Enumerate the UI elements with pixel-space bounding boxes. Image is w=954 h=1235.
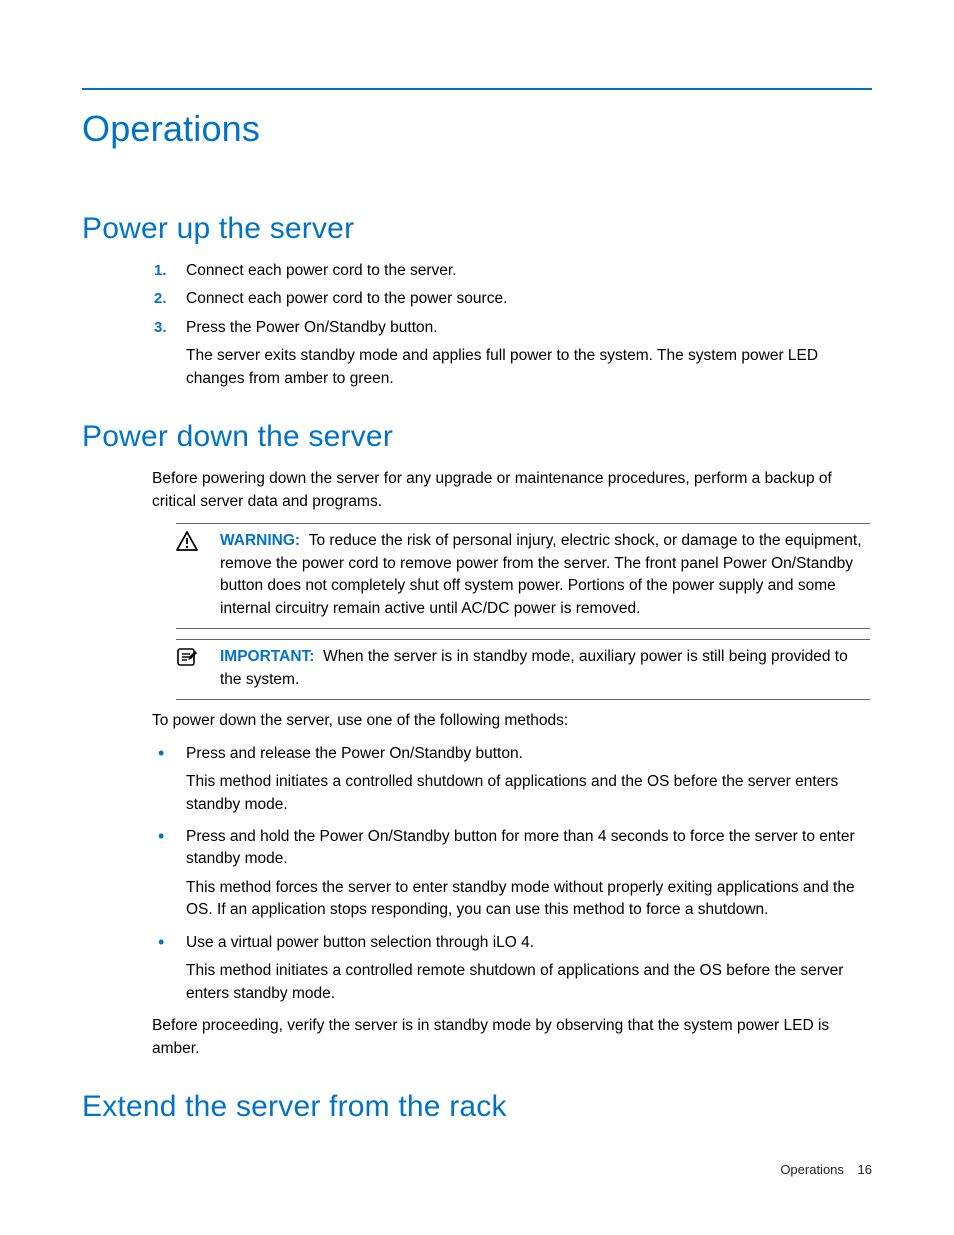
methods-intro: To power down the server, use one of the… <box>152 710 870 732</box>
step-number: 3. <box>154 317 167 339</box>
step-text: Press the Power On/Standby button. <box>186 319 438 336</box>
section-heading-power-up: Power up the server <box>82 212 872 246</box>
list-item: 1. Connect each power cord to the server… <box>186 260 872 282</box>
power-down-methods: • Press and release the Power On/Standby… <box>186 743 872 1006</box>
method-detail: This method initiates a controlled remot… <box>186 960 872 1005</box>
power-up-steps: 1. Connect each power cord to the server… <box>186 260 872 390</box>
document-page: Operations Power up the server 1. Connec… <box>0 0 954 1198</box>
important-body: IMPORTANT: When the server is in standby… <box>220 646 870 691</box>
footer-page-number: 16 <box>858 1162 872 1177</box>
method-lead: Use a virtual power button selection thr… <box>186 934 534 951</box>
bullet-icon: • <box>158 932 164 954</box>
section-heading-power-down: Power down the server <box>82 420 872 454</box>
step-text: Connect each power cord to the power sou… <box>186 290 507 307</box>
step-number: 2. <box>154 288 167 310</box>
warning-icon <box>176 530 198 551</box>
step-detail: The server exits standby mode and applie… <box>186 345 872 390</box>
list-item: 2. Connect each power cord to the power … <box>186 288 872 310</box>
important-callout: IMPORTANT: When the server is in standby… <box>176 639 870 700</box>
step-text: Connect each power cord to the server. <box>186 262 457 279</box>
important-icon <box>176 646 198 667</box>
list-item: • Press and hold the Power On/Standby bu… <box>186 826 872 922</box>
method-detail: This method forces the server to enter s… <box>186 877 872 922</box>
step-number: 1. <box>154 260 167 282</box>
top-rule <box>82 88 872 90</box>
method-detail: This method initiates a controlled shutd… <box>186 771 872 816</box>
list-item: 3. Press the Power On/Standby button. Th… <box>186 317 872 390</box>
bullet-icon: • <box>158 743 164 765</box>
page-title: Operations <box>82 108 872 150</box>
method-lead: Press and hold the Power On/Standby butt… <box>186 828 855 867</box>
important-label: IMPORTANT: <box>220 648 314 665</box>
section-heading-extend: Extend the server from the rack <box>82 1090 872 1124</box>
important-text: When the server is in standby mode, auxi… <box>220 648 848 687</box>
warning-label: WARNING: <box>220 532 300 549</box>
list-item: • Press and release the Power On/Standby… <box>186 743 872 816</box>
warning-callout: WARNING: To reduce the risk of personal … <box>176 523 870 629</box>
footer-section: Operations <box>780 1162 844 1177</box>
method-lead: Press and release the Power On/Standby b… <box>186 745 523 762</box>
list-item: • Use a virtual power button selection t… <box>186 932 872 1005</box>
warning-text: To reduce the risk of personal injury, e… <box>220 532 862 616</box>
power-down-outro: Before proceeding, verify the server is … <box>152 1015 870 1060</box>
page-footer: Operations 16 <box>780 1162 872 1177</box>
power-down-intro: Before powering down the server for any … <box>152 468 870 513</box>
warning-body: WARNING: To reduce the risk of personal … <box>220 530 870 620</box>
bullet-icon: • <box>158 826 164 848</box>
